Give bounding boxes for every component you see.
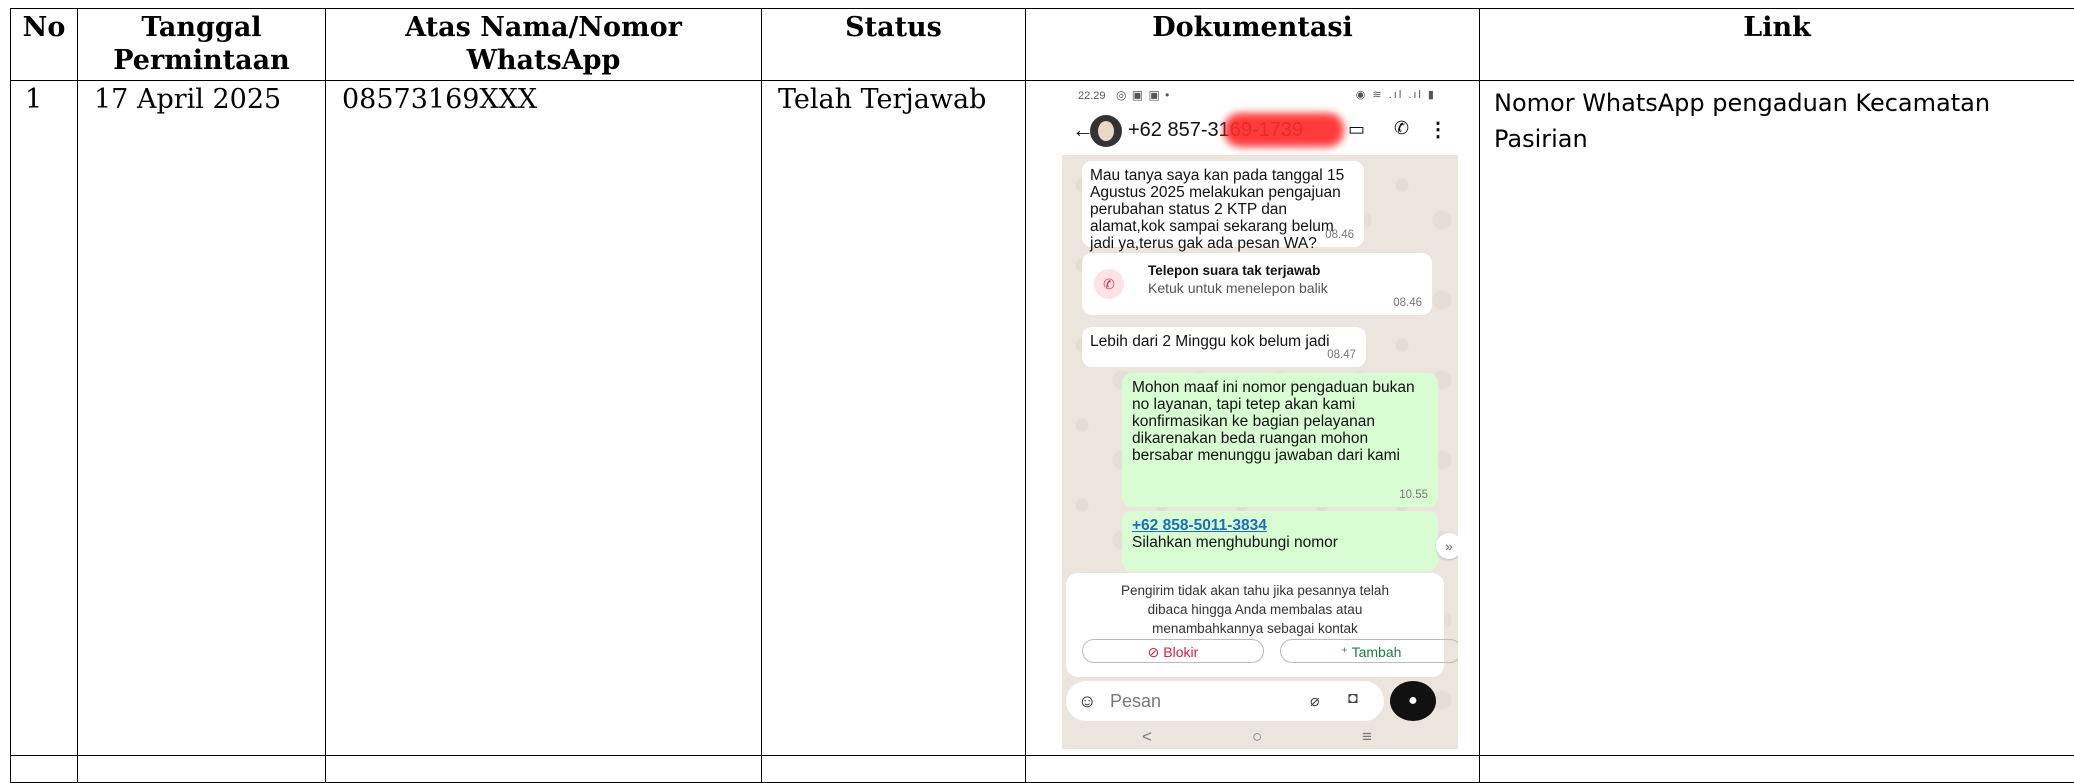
video-call-icon: ▭ bbox=[1348, 119, 1365, 140]
signal-icons: ◉ ≋ .ıl .ıl ▮ bbox=[1356, 88, 1436, 101]
message-text: Silahkan menghubungi nomor bbox=[1132, 534, 1430, 551]
status-time: 22.29 bbox=[1078, 90, 1106, 102]
missed-call-title: Telepon suara tak terjawab bbox=[1148, 263, 1320, 278]
phone-icon: ✆ bbox=[1394, 118, 1409, 139]
message-forward: +62 858-5011-3834 Silahkan menghubungi n… bbox=[1122, 511, 1438, 571]
android-nav-bar: < ○ ≡ bbox=[1062, 725, 1458, 749]
cell-no: 1 bbox=[11, 81, 78, 756]
missed-call-icon: ✆ bbox=[1094, 269, 1124, 299]
add-label: Tambah bbox=[1352, 644, 1402, 660]
mic-icon: ● bbox=[1390, 681, 1436, 721]
cell-atas-nama: 08573169XXX bbox=[326, 81, 762, 756]
forward-number-link: +62 858-5011-3834 bbox=[1132, 517, 1430, 534]
chat-header: ← +62 857-3169-1739 ▭ ✆ ⋮ bbox=[1062, 107, 1458, 155]
missed-call-time: 08.46 bbox=[1393, 297, 1422, 309]
message-input-bar: ☺ Pesan ⌀ ◘ bbox=[1066, 681, 1384, 721]
message-outgoing: Mohon maaf ini nomor pengaduan bukan no … bbox=[1122, 373, 1438, 507]
message-text: Mohon maaf ini nomor pengaduan bukan no … bbox=[1132, 379, 1415, 464]
cell-status: Telah Terjawab bbox=[762, 81, 1026, 756]
nav-menu-icon: ≡ bbox=[1362, 727, 1372, 747]
nav-home-icon: ○ bbox=[1252, 727, 1262, 747]
message-incoming: Mau tanya saya kan pada tanggal 15 Agust… bbox=[1082, 161, 1364, 247]
table-row: 1 17 April 2025 08573169XXX Telah Terjaw… bbox=[11, 81, 2074, 756]
message-text: Lebih dari 2 Minggu kok belum jadi bbox=[1090, 333, 1330, 350]
more-options-icon: ⋮ bbox=[1428, 117, 1448, 142]
message-text: Mau tanya saya kan pada tanggal 15 Agust… bbox=[1090, 167, 1344, 252]
cell-dokumentasi: 22.29 ◎ ▣ ▣ • ◉ ≋ .ıl .ıl ▮ ← +62 857-31… bbox=[1026, 81, 1480, 756]
message-time: 10.55 bbox=[1399, 487, 1428, 504]
header-link: Link bbox=[1480, 9, 2074, 81]
header-status: Status bbox=[762, 9, 1026, 81]
block-button: ⊘ Blokir bbox=[1082, 639, 1264, 663]
scroll-down-icon: » bbox=[1436, 533, 1458, 559]
avatar bbox=[1090, 115, 1122, 147]
header-dokumentasi: Dokumentasi bbox=[1026, 9, 1480, 81]
header-no: No bbox=[11, 9, 78, 81]
request-table: No Tanggal Permintaan Atas Nama/Nomor Wh… bbox=[10, 8, 2074, 783]
header-row: No Tanggal Permintaan Atas Nama/Nomor Wh… bbox=[11, 9, 2074, 81]
message-time: 08.47 bbox=[1327, 347, 1356, 364]
missed-call-subtitle: Ketuk untuk menelepon balik bbox=[1148, 280, 1328, 296]
unknown-sender-notice: Pengirim tidak akan tahu jika pesannya t… bbox=[1066, 573, 1444, 677]
table-row-empty bbox=[11, 756, 2074, 783]
header-atas-nama: Atas Nama/Nomor WhatsApp bbox=[326, 9, 762, 81]
message-incoming: Lebih dari 2 Minggu kok belum jadi 08.47 bbox=[1082, 327, 1366, 367]
whatsapp-screenshot: 22.29 ◎ ▣ ▣ • ◉ ≋ .ıl .ıl ▮ ← +62 857-31… bbox=[1062, 85, 1458, 749]
header-tanggal: Tanggal Permintaan bbox=[78, 9, 326, 81]
block-label: Blokir bbox=[1163, 644, 1198, 660]
cell-tanggal: 17 April 2025 bbox=[78, 81, 326, 756]
attach-icon: ⌀ bbox=[1310, 691, 1320, 711]
missed-call-card: ✆ Telepon suara tak terjawab Ketuk untuk… bbox=[1082, 253, 1432, 315]
message-time: 08.46 bbox=[1325, 227, 1354, 244]
sticker-icon: ☺ bbox=[1078, 691, 1096, 712]
nav-back-icon: < bbox=[1142, 727, 1152, 747]
camera-icon: ◘ bbox=[1348, 690, 1358, 708]
redaction-mark bbox=[1224, 113, 1344, 147]
notice-text: Pengirim tidak akan tahu jika pesannya t… bbox=[1066, 581, 1444, 638]
cell-link: Nomor WhatsApp pengaduan Kecamatan Pasir… bbox=[1480, 81, 2074, 756]
phone-status-bar: 22.29 ◎ ▣ ▣ • ◉ ≋ .ıl .ıl ▮ bbox=[1062, 85, 1458, 107]
add-contact-button: ⁺ Tambah bbox=[1280, 639, 1458, 663]
notification-icons: ◎ ▣ ▣ • bbox=[1116, 88, 1170, 102]
message-input-placeholder: Pesan bbox=[1110, 691, 1161, 712]
